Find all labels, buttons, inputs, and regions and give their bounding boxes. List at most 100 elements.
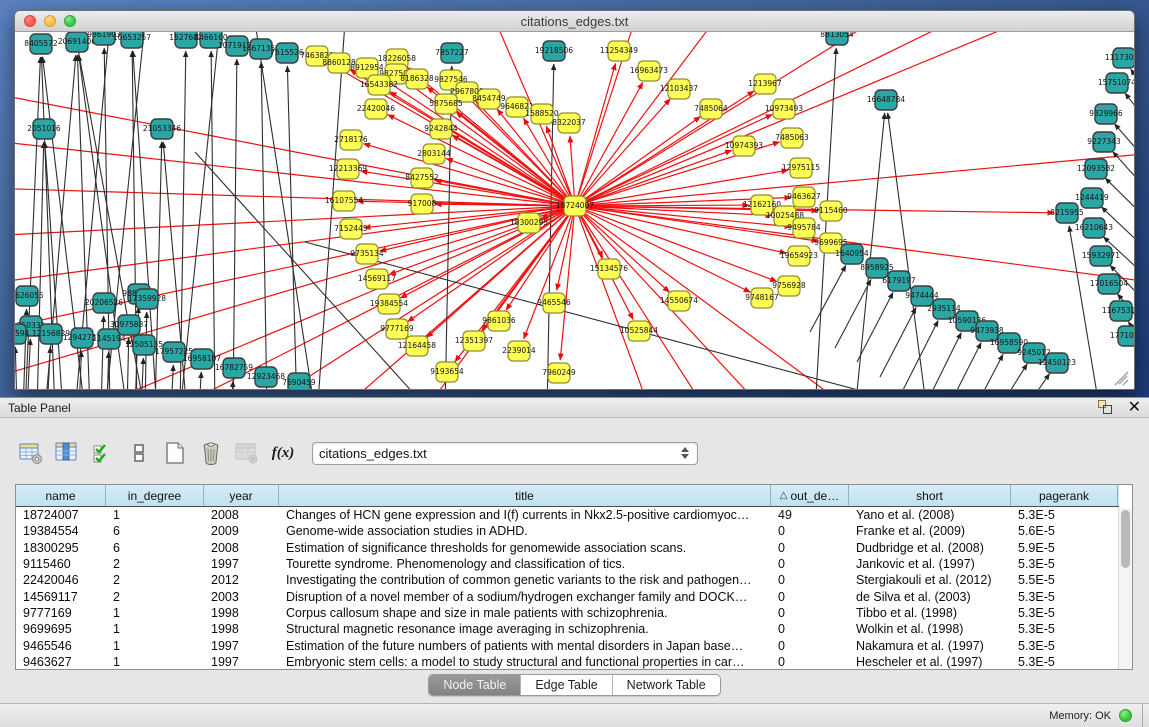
checklist-button[interactable] xyxy=(88,438,118,468)
graph-node[interactable]: 14569117 xyxy=(358,269,396,289)
new-column-button[interactable] xyxy=(160,438,190,468)
tab-edge-table[interactable]: Edge Table xyxy=(521,675,612,695)
graph-node[interactable]: 16107554 xyxy=(325,191,363,211)
graph-node[interactable]: 9861036 xyxy=(482,311,516,331)
network-window-titlebar[interactable]: citations_edges.txt xyxy=(15,11,1134,32)
graph-node[interactable]: 917008 xyxy=(408,194,437,214)
node-label: 9777169 xyxy=(380,324,414,333)
table-scrollbar-thumb[interactable] xyxy=(1121,510,1130,568)
graph-node[interactable]: 9227343 xyxy=(1087,132,1121,152)
graph-node[interactable]: 17710477 xyxy=(1110,326,1134,346)
show-columns-button[interactable] xyxy=(52,438,82,468)
graph-node[interactable]: 8427552 xyxy=(405,168,439,188)
column-header-pagerank[interactable]: pagerank xyxy=(1011,485,1118,506)
graph-node[interactable]: 12093582 xyxy=(1077,159,1115,179)
table-row[interactable]: 977716911998Corpus callosum shape and si… xyxy=(16,605,1119,621)
graph-node[interactable]: 2718176 xyxy=(334,130,368,150)
table-panel-title: Table Panel xyxy=(8,401,71,415)
rows-button[interactable] xyxy=(124,438,154,468)
graph-node[interactable]: 12103437 xyxy=(660,79,698,99)
column-header-short[interactable]: short xyxy=(849,485,1011,506)
table-row[interactable]: 1872400712008Changes of HCN gene express… xyxy=(16,507,1119,523)
cell: 5.3E-5 xyxy=(1011,622,1118,636)
table-source-select[interactable]: citations_edges.txt xyxy=(312,442,698,465)
graph-node[interactable]: 8813054 xyxy=(820,32,854,45)
graph-node[interactable]: 15751074 xyxy=(1098,73,1134,93)
delete-table-button[interactable] xyxy=(232,438,262,468)
table-row[interactable]: 946554611997Estimation of the future num… xyxy=(16,637,1119,653)
graph-node[interactable]: 2239014 xyxy=(502,341,536,361)
node-label: 917008 xyxy=(408,199,437,208)
cell: 19384554 xyxy=(16,524,106,538)
graph-node[interactable]: 10525844 xyxy=(620,321,658,341)
table-row[interactable]: 1938455462009Genome-wide association stu… xyxy=(16,523,1119,539)
column-header-out-de-[interactable]: △out_de… xyxy=(771,485,849,506)
node-label: 9465546 xyxy=(537,298,571,307)
graph-node[interactable]: 7485063 xyxy=(775,128,809,148)
graph-node[interactable]: 9735134 xyxy=(350,244,384,264)
minimize-window-button[interactable] xyxy=(44,15,56,27)
graph-node[interactable]: 9329966 xyxy=(1089,104,1123,124)
graph-node[interactable]: 16210643 xyxy=(1075,218,1113,238)
graph-node[interactable]: 10653257 xyxy=(113,32,151,48)
graph-node[interactable]: 10974393 xyxy=(725,136,763,156)
graph-node[interactable]: 11675312 xyxy=(1102,301,1134,321)
close-window-button[interactable] xyxy=(24,15,36,27)
table-row[interactable]: 2242004622012Investigating the contribut… xyxy=(16,572,1119,588)
graph-node[interactable]: 1244419 xyxy=(1075,188,1109,208)
graph-node[interactable]: 2051016 xyxy=(27,119,61,139)
graph-node[interactable]: 7152445 xyxy=(334,219,368,239)
graph-node[interactable]: 8405572 xyxy=(24,34,58,54)
graph-node[interactable]: 7485064 xyxy=(694,99,728,119)
graph-node[interactable]: 14550674 xyxy=(660,291,698,311)
graph-node[interactable]: 9748167 xyxy=(745,288,779,308)
table-header-row: namein_degreeyeartitle△out_de…shortpager… xyxy=(16,485,1119,507)
graph-node[interactable]: 11173046 xyxy=(1105,48,1134,68)
column-header-title[interactable]: title xyxy=(279,485,771,506)
graph-node[interactable]: 17016504 xyxy=(1090,274,1128,294)
cell: 1 xyxy=(106,622,204,636)
graph-node[interactable]: 9115460 xyxy=(814,201,848,221)
node-label: 11254349 xyxy=(600,46,638,55)
node-label: 10653257 xyxy=(113,33,151,42)
graph-node[interactable]: 7857227 xyxy=(435,43,469,63)
node-label: 8322037 xyxy=(552,118,586,127)
graph-node[interactable]: 11254349 xyxy=(600,41,638,61)
table-row[interactable]: 911546021997Tourette syndrome. Phenomeno… xyxy=(16,556,1119,572)
tab-network-table[interactable]: Network Table xyxy=(613,675,720,695)
table-row[interactable]: 946362711997Embryonic stem cells: a mode… xyxy=(16,654,1119,670)
zoom-window-button[interactable] xyxy=(64,15,76,27)
function-builder-button[interactable]: f(x) xyxy=(268,438,298,468)
tab-node-table[interactable]: Node Table xyxy=(429,675,521,695)
graph-node[interactable]: 21053346 xyxy=(143,119,181,139)
close-panel-icon[interactable]: ✕ xyxy=(1128,400,1141,415)
cell: 6 xyxy=(106,524,204,538)
table-body: 1872400712008Changes of HCN gene express… xyxy=(16,507,1119,670)
graph-node[interactable]: 16648784 xyxy=(867,90,905,110)
float-panel-icon[interactable] xyxy=(1098,400,1114,415)
graph-node[interactable]: 16963473 xyxy=(630,61,668,81)
graph-node[interactable]: 19218506 xyxy=(535,41,573,61)
node-label: 30975887 xyxy=(110,320,148,329)
node-label: 1244419 xyxy=(1075,193,1109,202)
delete-column-button[interactable] xyxy=(196,438,226,468)
graph-node[interactable]: 15932971 xyxy=(1082,246,1120,266)
table-row[interactable]: 1456911722003Disruption of a novel membe… xyxy=(16,588,1119,604)
graph-node[interactable]: 19654923 xyxy=(780,246,818,266)
table-row[interactable]: 969969511998Structural magnetic resonanc… xyxy=(16,621,1119,637)
graph-node[interactable]: 8215955 xyxy=(1050,203,1084,223)
column-header-year[interactable]: year xyxy=(204,485,279,506)
network-window[interactable]: citations_edges.txt 18724007746382288601… xyxy=(14,10,1135,390)
graph-node[interactable]: 12975115 xyxy=(782,158,820,178)
column-header-name[interactable]: name xyxy=(16,485,106,506)
network-canvas[interactable]: 1872400774638228860128891295418226058982… xyxy=(15,32,1134,390)
table-options-button[interactable] xyxy=(16,438,46,468)
node-label: 12923468 xyxy=(247,372,285,381)
column-header-in-degree[interactable]: in_degree xyxy=(106,485,204,506)
graph-node[interactable]: 10973493 xyxy=(765,99,803,119)
graph-node[interactable]: 12351397 xyxy=(455,331,493,351)
table-row[interactable]: 1830029562008Estimation of significance … xyxy=(16,540,1119,556)
window-resize-grip[interactable] xyxy=(1115,372,1128,385)
table-scrollbar[interactable] xyxy=(1118,508,1132,670)
graph-node[interactable]: 9463627 xyxy=(787,187,821,207)
